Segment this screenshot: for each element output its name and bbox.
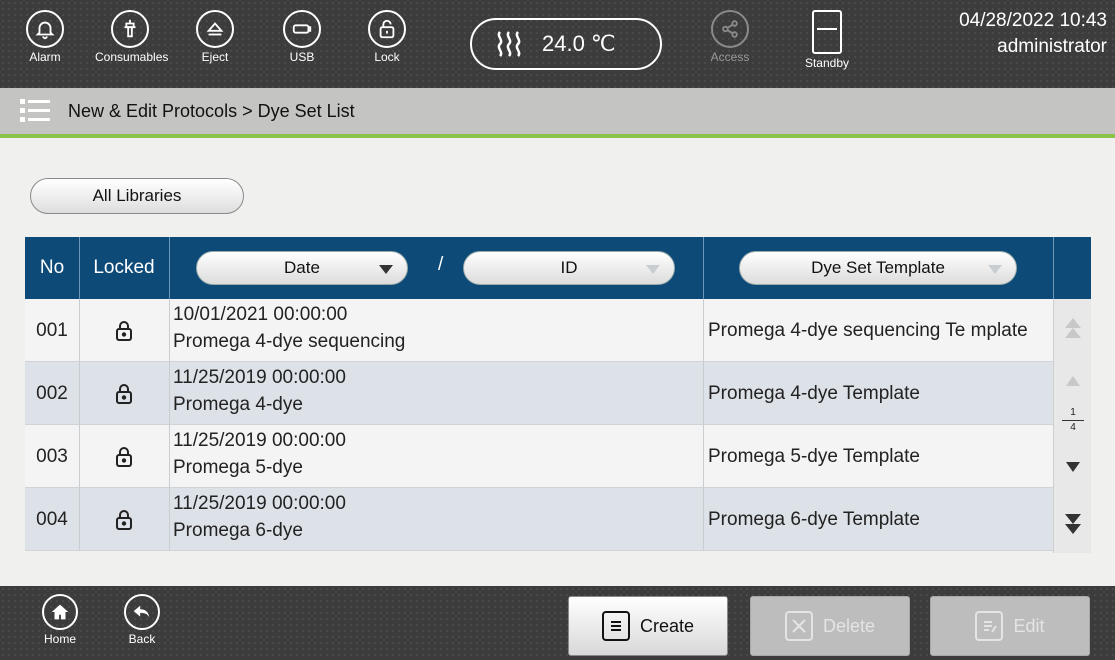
dye-set-table: No Locked Date / ID Dye Set Template 001… bbox=[25, 237, 1091, 553]
consumables-button[interactable]: Consumables bbox=[95, 6, 169, 82]
home-label: Home bbox=[43, 632, 76, 646]
row-date: 11/25/2019 00:00:00 bbox=[173, 367, 346, 388]
top-toolbar: Alarm Consumables Eject USB Lock 24.0 ℃ bbox=[0, 0, 1115, 88]
template-sort-dropdown[interactable]: Dye Set Template bbox=[739, 251, 1017, 285]
row-template: Promega 4-dye Template bbox=[708, 383, 920, 404]
table-header: No Locked Date / ID Dye Set Template bbox=[25, 237, 1091, 299]
row-number: 004 bbox=[36, 508, 68, 530]
bottom-toolbar: Home Back Create Delete Edit bbox=[0, 586, 1115, 660]
row-id: Promega 6-dye bbox=[173, 520, 303, 541]
lock-button[interactable]: Lock bbox=[352, 6, 422, 82]
delete-label: Delete bbox=[822, 615, 876, 636]
scroll-down-button[interactable] bbox=[1054, 447, 1092, 487]
delete-button[interactable]: Delete bbox=[750, 596, 910, 656]
lock-label: Lock bbox=[374, 50, 400, 64]
scroll-last-button[interactable] bbox=[1054, 501, 1092, 545]
row-number: 001 bbox=[36, 319, 68, 341]
lock-icon bbox=[79, 362, 169, 425]
create-label: Create bbox=[639, 615, 695, 636]
up-arrow-icon bbox=[1066, 376, 1080, 386]
table-row[interactable]: 003 11/25/2019 00:00:00 Promega 5-dye Pr… bbox=[25, 425, 1053, 488]
back-label: Back bbox=[128, 632, 156, 646]
alarm-button[interactable]: Alarm bbox=[10, 6, 80, 82]
double-down-arrow-icon bbox=[1065, 514, 1081, 534]
table-scrollbar: 1 4 bbox=[1053, 299, 1091, 553]
chevron-down-icon bbox=[988, 265, 1002, 274]
heat-icon bbox=[497, 31, 521, 57]
bell-icon bbox=[26, 10, 64, 48]
header-separator: / bbox=[438, 254, 444, 275]
create-button[interactable]: Create bbox=[568, 596, 728, 656]
eject-button[interactable]: Eject bbox=[180, 6, 250, 82]
breadcrumb-bar: New & Edit Protocols > Dye Set List bbox=[0, 88, 1115, 138]
edit-button[interactable]: Edit bbox=[930, 596, 1090, 656]
row-template: Promega 5-dye Template bbox=[708, 446, 920, 467]
status-info: 04/28/2022 10:43 administrator bbox=[959, 8, 1107, 60]
down-arrow-icon bbox=[1066, 462, 1080, 472]
row-date: 10/01/2021 00:00:00 bbox=[173, 304, 348, 325]
date-sort-label: Date bbox=[284, 258, 320, 277]
edit-icon bbox=[975, 611, 1004, 641]
eject-label: Eject bbox=[201, 50, 229, 64]
row-template: Promega 4-dye sequencing Te mplate bbox=[708, 320, 1028, 341]
breadcrumb: New & Edit Protocols > Dye Set List bbox=[68, 100, 355, 121]
scroll-up-button[interactable] bbox=[1054, 361, 1092, 401]
temperature-display[interactable]: 24.0 ℃ bbox=[470, 18, 662, 70]
chevron-down-icon bbox=[379, 265, 393, 274]
row-id: Promega 5-dye bbox=[173, 457, 303, 478]
header-locked: Locked bbox=[93, 257, 155, 278]
back-button[interactable]: Back bbox=[112, 594, 172, 646]
edit-label: Edit bbox=[1013, 615, 1045, 636]
row-id: Promega 4-dye sequencing bbox=[173, 331, 406, 352]
row-number: 002 bbox=[36, 382, 68, 404]
id-sort-dropdown[interactable]: ID bbox=[463, 251, 675, 285]
usb-button[interactable]: USB bbox=[267, 6, 337, 82]
home-icon bbox=[42, 594, 78, 630]
home-button[interactable]: Home bbox=[30, 594, 90, 646]
row-date: 11/25/2019 00:00:00 bbox=[173, 430, 346, 451]
scroll-first-button[interactable] bbox=[1054, 309, 1092, 349]
all-libraries-button[interactable]: All Libraries bbox=[30, 178, 244, 214]
datetime: 04/28/2022 10:43 bbox=[959, 10, 1107, 31]
temperature-value: 24.0 ℃ bbox=[542, 31, 616, 56]
consumables-label: Consumables bbox=[95, 50, 169, 64]
page-total: 4 bbox=[1070, 422, 1076, 433]
lock-icon bbox=[79, 425, 169, 488]
row-number: 003 bbox=[36, 445, 68, 467]
table-row[interactable]: 004 11/25/2019 00:00:00 Promega 6-dye Pr… bbox=[25, 488, 1053, 551]
lock-icon bbox=[79, 488, 169, 551]
usb-label: USB bbox=[289, 50, 315, 64]
template-sort-label: Dye Set Template bbox=[811, 258, 945, 277]
current-user: administrator bbox=[997, 36, 1107, 57]
row-template: Promega 6-dye Template bbox=[708, 509, 920, 530]
usb-icon bbox=[283, 10, 321, 48]
table-row[interactable]: 001 10/01/2021 00:00:00 Promega 4-dye se… bbox=[25, 299, 1053, 362]
date-sort-dropdown[interactable]: Date bbox=[196, 251, 408, 285]
share-icon bbox=[711, 10, 749, 48]
access-label: Access bbox=[710, 50, 750, 64]
alarm-label: Alarm bbox=[29, 50, 61, 64]
delete-icon bbox=[784, 611, 813, 641]
document-icon bbox=[601, 611, 630, 641]
lock-icon bbox=[79, 299, 169, 362]
double-up-arrow-icon bbox=[1065, 318, 1081, 338]
chevron-down-icon bbox=[646, 265, 660, 274]
menu-icon[interactable] bbox=[18, 96, 54, 126]
page-indicator: 1 4 bbox=[1054, 407, 1092, 434]
eject-icon bbox=[196, 10, 234, 48]
back-arrow-icon bbox=[124, 594, 160, 630]
id-sort-label: ID bbox=[560, 258, 578, 277]
standby-label: Standby bbox=[804, 56, 850, 70]
consumables-icon bbox=[111, 10, 149, 48]
access-button[interactable]: Access bbox=[695, 6, 765, 82]
lock-icon bbox=[368, 10, 406, 48]
standby-icon bbox=[812, 10, 842, 54]
header-no: No bbox=[39, 257, 65, 278]
row-id: Promega 4-dye bbox=[173, 394, 303, 415]
row-date: 11/25/2019 00:00:00 bbox=[173, 493, 346, 514]
standby-button[interactable]: Standby bbox=[792, 6, 862, 82]
table-row[interactable]: 002 11/25/2019 00:00:00 Promega 4-dye Pr… bbox=[25, 362, 1053, 425]
page-current: 1 bbox=[1070, 407, 1076, 418]
